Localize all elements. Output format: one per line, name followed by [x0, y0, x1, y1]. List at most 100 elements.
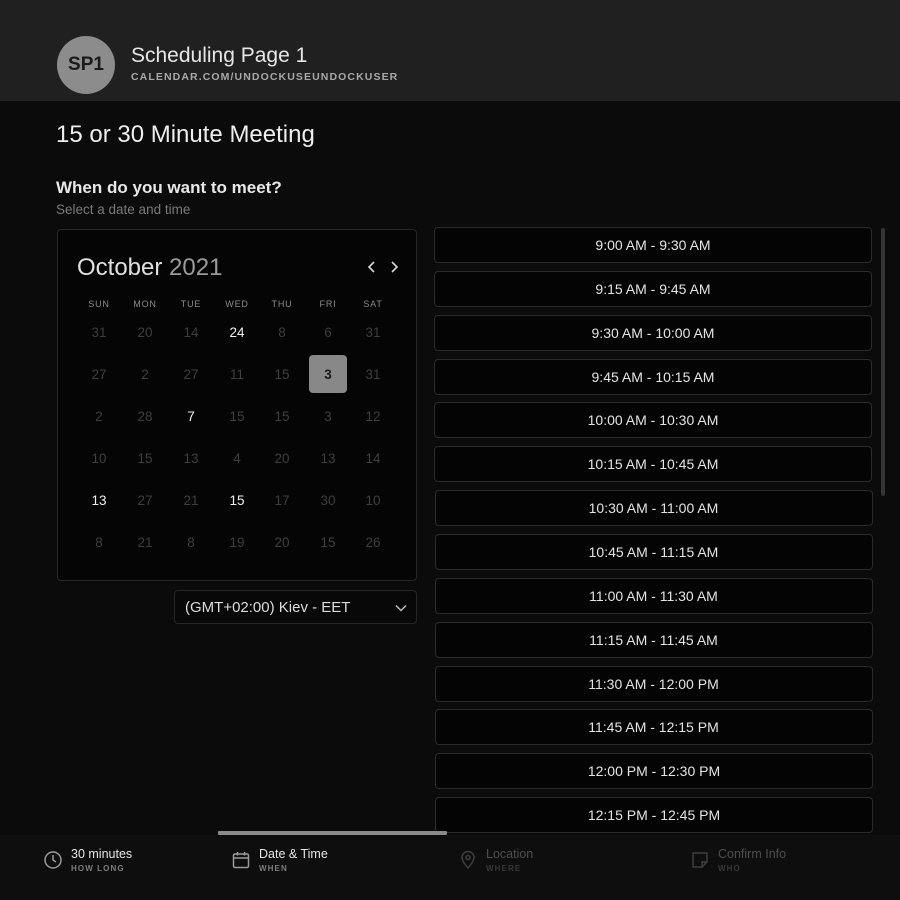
chevron-left-icon — [367, 261, 375, 273]
time-slot-button[interactable]: 11:15 AM - 11:45 AM — [434, 621, 873, 658]
time-slot-button[interactable]: 10:30 AM - 11:00 AM — [434, 490, 873, 527]
question-heading: When do you want to meet? — [56, 178, 282, 197]
calendar-day[interactable]: 7 — [172, 397, 210, 435]
calendar-day[interactable]: 15 — [218, 481, 256, 519]
step-title: Date & Time — [259, 847, 328, 861]
time-slot-button[interactable]: 10:15 AM - 10:45 AM — [434, 446, 872, 483]
calendar-day: 15 — [320, 534, 336, 550]
time-slot-button[interactable]: 11:45 AM - 12:15 PM — [434, 709, 873, 746]
weekday-header: TUE — [180, 299, 202, 309]
next-month-button[interactable] — [386, 256, 402, 278]
calendar-day: 31 — [365, 366, 381, 382]
weekday-header: THU — [271, 299, 293, 309]
step-bar: 30 minutes HOW LONG Date & Time WHEN Locatio… — [0, 835, 900, 900]
location-pin-icon — [458, 850, 478, 870]
calendar-icon — [231, 850, 251, 870]
month-label: October — [77, 254, 163, 281]
calendar-day: 10 — [91, 450, 107, 466]
step-who[interactable]: Confirm Info WHO — [690, 835, 890, 900]
slot-list-scrollbar[interactable] — [881, 228, 885, 496]
note-icon — [690, 850, 710, 870]
calendar-day: 20 — [274, 450, 290, 466]
calendar-day: 14 — [183, 324, 199, 340]
calendar-day: 17 — [274, 492, 290, 508]
calendar-day: 13 — [183, 450, 199, 466]
calendar-day: 28 — [137, 408, 153, 424]
calendar-day: 10 — [365, 492, 381, 508]
calendar-day: 8 — [278, 324, 286, 340]
time-slot-button[interactable]: 11:00 AM - 11:30 AM — [434, 577, 873, 614]
selected-day[interactable]: 3 — [309, 355, 347, 393]
calendar-day: 19 — [229, 534, 245, 550]
calendar-day: 20 — [274, 534, 290, 550]
avatar: SP1 — [57, 36, 115, 94]
calendar-day: 15 — [274, 366, 290, 382]
weekday-header: MON — [133, 299, 157, 309]
calendar-day: 20 — [137, 324, 153, 340]
chevron-down-icon — [395, 604, 407, 612]
step-title: Confirm Info — [718, 847, 787, 861]
calendar-day: 2 — [141, 366, 149, 382]
time-slot-button[interactable]: 10:00 AM - 10:30 AM — [434, 402, 872, 439]
calendar-day: 31 — [91, 324, 107, 340]
calendar-day: 8 — [187, 534, 195, 550]
calendar-day: 27 — [137, 492, 153, 508]
time-slot-button[interactable]: 10:45 AM - 11:15 AM — [434, 533, 873, 570]
calendar-day: 15 — [137, 450, 153, 466]
step-when[interactable]: Date & Time WHEN — [231, 835, 431, 900]
calendar-day[interactable]: 13 — [80, 481, 118, 519]
step-how-long[interactable]: 30 minutes HOW LONG — [43, 835, 243, 900]
step-title: 30 minutes — [71, 847, 133, 861]
calendar-day: 4 — [233, 450, 241, 466]
select-hint: Select a date and time — [56, 202, 191, 217]
time-slot-button[interactable]: 12:00 PM - 12:30 PM — [435, 753, 873, 790]
clock-icon — [43, 850, 63, 870]
scheduling-page: SP1 Scheduling Page 1 CALENDAR.COM/UNDOC… — [0, 0, 900, 900]
calendar-day: 14 — [365, 450, 381, 466]
calendar-day: 8 — [95, 534, 103, 550]
weekday-header: FRI — [319, 299, 337, 309]
calendar-day: 26 — [365, 534, 381, 550]
time-slot-button[interactable]: 9:15 AM - 9:45 AM — [434, 270, 872, 307]
time-slot-button[interactable]: 9:30 AM - 10:00 AM — [434, 314, 872, 351]
time-slot-button[interactable]: 11:30 AM - 12:00 PM — [434, 665, 873, 702]
step-subtitle: WHERE — [486, 864, 522, 873]
time-slot-list: 9:00 AM - 9:30 AM 9:15 AM - 9:45 AM 9:30 A… — [434, 227, 874, 834]
calendar-day[interactable]: 24 — [218, 313, 256, 351]
time-slot-button[interactable]: 9:45 AM - 10:15 AM — [434, 358, 872, 395]
calendar-day: 31 — [365, 324, 381, 340]
weekday-header: WED — [225, 299, 249, 309]
calendar-day: 6 — [324, 324, 332, 340]
calendar-day: 21 — [183, 492, 199, 508]
calendar-day: 15 — [274, 408, 290, 424]
calendar-day: 3 — [324, 408, 332, 424]
page-url[interactable]: CALENDAR.COM/UNDOCKUSEUNDOCKUSER — [131, 71, 398, 83]
year-label: 2021 — [169, 254, 223, 281]
chevron-right-icon — [391, 261, 399, 273]
calendar-day: 2 — [95, 408, 103, 424]
calendar-day: 12 — [365, 408, 381, 424]
step-subtitle: HOW LONG — [71, 864, 125, 873]
calendar-day: 30 — [320, 492, 336, 508]
timezone-select[interactable]: (GMT+02:00) Kiev - EET — [174, 590, 417, 624]
weekday-header: SAT — [363, 299, 383, 309]
step-subtitle: WHO — [718, 864, 741, 873]
calendar-day: 11 — [229, 366, 244, 382]
step-subtitle: WHEN — [259, 864, 288, 873]
previous-month-button[interactable] — [364, 256, 380, 278]
step-title: Location — [486, 847, 534, 861]
calendar-day: 15 — [229, 408, 245, 424]
month-year-label: October 2021 — [77, 254, 222, 282]
time-slot-button[interactable]: 9:00 AM - 9:30 AM — [434, 227, 872, 263]
calendar-day: 21 — [137, 534, 153, 550]
time-slot-button[interactable]: 12:15 PM - 12:45 PM — [435, 797, 873, 834]
calendar-day: 13 — [320, 450, 336, 466]
step-where[interactable]: Location WHERE — [458, 835, 658, 900]
weekday-header: SUN — [88, 299, 110, 309]
meeting-title: 15 or 30 Minute Meeting — [56, 121, 315, 148]
calendar-day: 27 — [183, 366, 199, 382]
header: SP1 Scheduling Page 1 CALENDAR.COM/UNDOC… — [0, 0, 900, 101]
calendar-day: 27 — [91, 366, 107, 382]
timezone-value: (GMT+02:00) Kiev - EET — [185, 599, 351, 616]
calendar: October 2021 SUN MON TUE WED THU FRI SAT 31 20 14… — [57, 229, 417, 581]
